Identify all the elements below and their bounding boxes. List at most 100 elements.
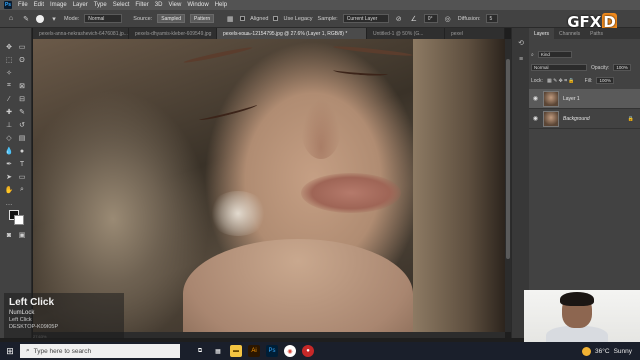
windows-taskbar: ⊞ ⌕ Type here to search ⧉ ▦ ▬ Ai Ps ◉ ● … — [0, 342, 640, 360]
windows-start-icon[interactable]: ⊞ — [0, 342, 20, 360]
marquee-tool-icon[interactable]: ⬚ — [4, 55, 14, 65]
doc-tab-2[interactable]: pexels-dhyamis-kleber-609549.jpg — [129, 28, 217, 39]
dodge-tool-icon[interactable]: ● — [17, 146, 27, 156]
opacity-field[interactable]: 100% — [613, 64, 631, 71]
weather-sun-icon — [582, 346, 592, 356]
screen-mode-icon[interactable]: ▣ — [17, 230, 27, 240]
doc-tab-5[interactable]: pexel — [445, 28, 505, 39]
file-explorer-icon[interactable]: ▬ — [230, 345, 242, 357]
angle-field[interactable]: 0° — [423, 14, 438, 23]
clone-stamp-tool-icon[interactable]: ⊥ — [4, 120, 14, 130]
diffusion-field[interactable]: 5 — [485, 14, 498, 23]
fill-field[interactable]: 100% — [596, 77, 614, 84]
sample-select[interactable]: Current Layer — [342, 14, 389, 23]
more-tools-icon[interactable]: … — [4, 198, 14, 208]
eraser-tool-icon[interactable]: ◇ — [4, 133, 14, 143]
blend-mode-select[interactable]: Normal — [531, 64, 587, 71]
home-icon[interactable]: ⌂ — [6, 14, 16, 24]
history-panel-icon[interactable]: ⟲ — [516, 38, 526, 48]
brush-tool-icon[interactable]: ✎ — [17, 107, 27, 117]
layer-row-layer-1[interactable]: ◉ Layer 1 — [529, 89, 640, 109]
clone-stamp-icon[interactable]: ✎ — [21, 14, 31, 24]
hand-tool-icon[interactable]: ✋ — [4, 185, 14, 195]
photoshop-taskbar-icon[interactable]: Ps — [266, 345, 278, 357]
aligned-checkbox[interactable] — [240, 16, 246, 21]
artboard-tool-icon[interactable]: ▭ — [17, 42, 27, 52]
doc-tab-active[interactable]: pexels-кошь-12154795.jpg @ 27.6% (Layer … — [217, 28, 367, 39]
menu-image[interactable]: Image — [50, 2, 67, 8]
ruler-tool-icon[interactable]: ⊟ — [17, 94, 27, 104]
menu-file[interactable]: File — [18, 2, 28, 8]
brush-settings-icon[interactable]: ▾ — [49, 14, 59, 24]
frame-tool-icon[interactable]: ⊠ — [17, 81, 27, 91]
recorder-icon[interactable]: ● — [302, 345, 314, 357]
kind-filter-select[interactable]: Kind — [537, 51, 572, 58]
photo-right-brow — [333, 44, 413, 58]
pattern-picker-icon[interactable]: ▦ — [225, 14, 235, 24]
path-select-tool-icon[interactable]: ➤ — [4, 172, 14, 182]
source-sampled-button[interactable]: Sampled — [157, 14, 185, 23]
pen-tool-icon[interactable]: ✒ — [4, 159, 14, 169]
taskbar-search-box[interactable]: ⌕ Type here to search — [20, 344, 180, 358]
photo-left-brow — [183, 45, 253, 65]
tab-layers[interactable]: Layers — [529, 28, 555, 39]
chrome-icon[interactable]: ◉ — [284, 345, 296, 357]
menu-view[interactable]: View — [168, 2, 181, 8]
doc-tab-4[interactable]: Untitled-1 @ 50% (G... — [367, 28, 445, 39]
ignore-adjustment-icon[interactable]: ⊘ — [394, 14, 404, 24]
source-pattern-button[interactable]: Pattern — [190, 14, 215, 23]
layer-name: Background — [563, 115, 590, 122]
zoom-tool-icon[interactable]: ⌕ — [17, 185, 27, 195]
eyedropper-tool-icon[interactable]: ⁄ — [4, 94, 14, 104]
menu-select[interactable]: Select — [113, 2, 130, 8]
search-icon: ⌕ — [26, 347, 30, 354]
menu-type[interactable]: Type — [94, 2, 107, 8]
menu-layer[interactable]: Layer — [73, 2, 88, 8]
type-tool-icon[interactable]: T — [17, 159, 27, 169]
gradient-tool-icon[interactable]: ▤ — [17, 133, 27, 143]
aligned-label: Aligned — [250, 15, 269, 22]
lock-icons[interactable]: ▦ ✎ ✥ ⌗ 🔒 — [547, 78, 575, 84]
widgets-icon[interactable]: ▦ — [212, 345, 224, 357]
illustrator-icon[interactable]: Ai — [248, 345, 260, 357]
brush-preview[interactable] — [36, 14, 44, 23]
menu-help[interactable]: Help — [215, 2, 227, 8]
blur-tool-icon[interactable]: 💧 — [4, 146, 14, 156]
task-view-icon[interactable]: ⧉ — [194, 345, 206, 357]
lock-label: Lock: — [531, 77, 543, 84]
use-legacy-checkbox[interactable] — [273, 16, 279, 21]
healing-brush-tool-icon[interactable]: ✚ — [4, 107, 14, 117]
pressure-size-icon[interactable]: ◎ — [443, 14, 453, 24]
menu-filter[interactable]: Filter — [135, 2, 148, 8]
history-brush-tool-icon[interactable]: ↺ — [17, 120, 27, 130]
move-tool-icon[interactable]: ✥ — [4, 42, 14, 52]
panel-tabs: Layers Channels Paths — [529, 28, 640, 39]
menu-3d[interactable]: 3D — [155, 2, 163, 8]
menu-edit[interactable]: Edit — [34, 2, 44, 8]
weather-desc[interactable]: Sunny — [614, 348, 632, 355]
fill-label: Fill: — [584, 77, 593, 84]
tab-channels[interactable]: Channels — [554, 28, 585, 39]
keycast-action: Left Click — [9, 317, 32, 323]
lasso-tool-icon[interactable]: ʘ — [17, 55, 27, 65]
mode-label: Mode: — [64, 15, 80, 22]
sample-label: Sample: — [317, 15, 338, 22]
quick-mask-icon[interactable]: ◙ — [4, 230, 14, 240]
layer-row-background[interactable]: ◉ Background 🔒 — [529, 109, 640, 129]
shape-tool-icon[interactable]: ▭ — [17, 172, 27, 182]
tab-paths[interactable]: Paths — [585, 28, 608, 39]
keycast-title: Left Click — [9, 297, 55, 308]
background-color-swatch[interactable] — [14, 215, 24, 225]
mode-select[interactable]: Normal — [84, 14, 123, 23]
doc-tab-1[interactable]: pexels-anna-nekrashevich-6476081.jp... — [33, 28, 129, 39]
visibility-eye-icon[interactable]: ◉ — [532, 115, 539, 122]
menu-bar: Ps File Edit Image Layer Type Select Fil… — [0, 0, 640, 10]
layer-thumbnail — [543, 90, 559, 107]
scroll-thumb[interactable] — [506, 59, 510, 259]
weather-temp[interactable]: 36°C — [595, 348, 610, 355]
visibility-eye-icon[interactable]: ◉ — [532, 95, 539, 102]
quick-select-tool-icon[interactable]: ✧ — [4, 68, 14, 78]
crop-tool-icon[interactable]: ⌗ — [4, 81, 14, 91]
menu-window[interactable]: Window — [187, 2, 208, 8]
properties-panel-icon[interactable]: ≡ — [516, 54, 526, 64]
